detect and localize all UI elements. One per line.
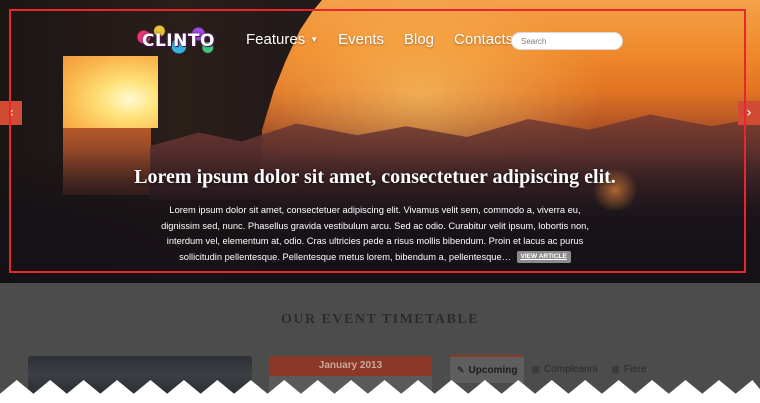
- slider-prev-button[interactable]: ‹: [0, 101, 22, 125]
- chevron-right-icon: ›: [746, 105, 752, 121]
- nav-item-blog[interactable]: Blog: [404, 31, 434, 48]
- slider-next-button[interactable]: ›: [738, 101, 760, 125]
- nav-item-label: Blog: [403, 31, 435, 48]
- nav-item-events[interactable]: Events: [338, 31, 384, 48]
- tab-fiere[interactable]: ▦ Fiere: [604, 355, 653, 383]
- nav-item-label: Contacts: [454, 31, 514, 48]
- site-logo[interactable]: CLINTO: [136, 25, 215, 55]
- calendar-icon: ▦: [611, 363, 620, 374]
- slide-caption-body: Lorem ipsum dolor sit amet, consectetuer…: [150, 203, 600, 265]
- view-article-button[interactable]: VIEW ARTICLE: [516, 251, 571, 264]
- slide-caption-title: Lorem ipsum dolor sit amet, consectetuer…: [134, 166, 616, 188]
- logo-text: CLINTO: [142, 31, 215, 51]
- nav-item-label: Features: [246, 31, 306, 48]
- tab-label: Fiere: [623, 363, 647, 375]
- tab-compleanni[interactable]: ▦ Compleanni: [524, 355, 604, 383]
- hero-window-light: [63, 56, 158, 128]
- nav-item-features[interactable]: Features ▼: [246, 31, 318, 48]
- section-title: OUR EVENT TIMETABLE: [280, 312, 480, 327]
- tab-label: Upcoming: [468, 364, 518, 376]
- calendar-icon: ▦: [531, 363, 540, 374]
- nav-item-label: Events: [338, 31, 384, 48]
- pin-icon: ✎: [457, 364, 465, 375]
- tab-upcoming[interactable]: ✎ Upcoming: [450, 355, 525, 383]
- chevron-left-icon: ‹: [8, 105, 14, 121]
- event-tabs: ✎ Upcoming ▦ Compleanni ▦ Fiere: [450, 355, 740, 383]
- main-nav: Features ▼ Events Blog Contacts: [246, 31, 533, 48]
- search-input[interactable]: [511, 32, 623, 50]
- tab-label: Compleanni: [543, 363, 598, 375]
- calendar-month-header: January 2013: [269, 356, 432, 376]
- nav-item-contacts[interactable]: Contacts: [454, 31, 513, 48]
- caret-down-icon: ▼: [310, 35, 319, 44]
